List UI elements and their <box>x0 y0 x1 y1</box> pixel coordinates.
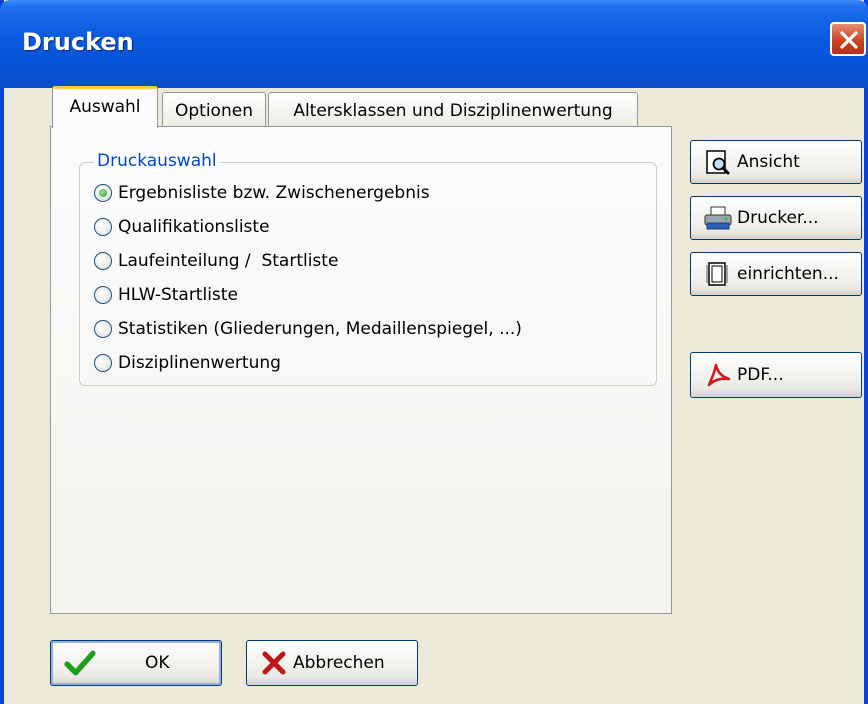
drucker-button[interactable]: Drucker... <box>690 196 862 240</box>
radio-button[interactable] <box>94 320 112 338</box>
radio-button[interactable] <box>94 252 112 270</box>
radio-hlw-startliste[interactable]: HLW-Startliste <box>94 283 238 307</box>
abbrechen-label: Abbrechen <box>293 653 385 673</box>
tab-optionen-label: Optionen <box>175 101 253 121</box>
page-setup-icon <box>706 262 728 286</box>
radio-disziplinenwertung[interactable]: Disziplinenwertung <box>94 351 281 375</box>
ansicht-button[interactable]: Ansicht <box>690 140 862 184</box>
radio-statistiken[interactable]: Statistiken (Gliederungen, Medaillenspie… <box>94 317 522 341</box>
drucker-label: Drucker... <box>737 208 819 228</box>
radio-label: Ergebnisliste bzw. Zwischenergebnis <box>118 183 430 203</box>
radio-label: Disziplinenwertung <box>118 353 281 373</box>
radio-label: HLW-Startliste <box>118 285 238 305</box>
radio-button[interactable] <box>94 354 112 372</box>
printer-icon <box>704 206 732 230</box>
radio-ergebnisliste[interactable]: Ergebnisliste bzw. Zwischenergebnis <box>94 181 430 205</box>
radio-button[interactable] <box>94 286 112 304</box>
radio-laufeinteilung[interactable]: Laufeinteilung / Startliste <box>94 249 338 273</box>
druckauswahl-legend: Druckauswahl <box>94 151 220 171</box>
ansicht-label: Ansicht <box>737 152 800 172</box>
einrichten-label: einrichten... <box>737 264 839 284</box>
tab-optionen[interactable]: Optionen <box>162 92 266 128</box>
ok-button[interactable]: OK <box>50 640 222 686</box>
radio-label: Laufeinteilung / Startliste <box>118 251 339 271</box>
acrobat-pdf-icon <box>707 363 731 387</box>
pdf-button[interactable]: PDF... <box>690 352 862 398</box>
abbrechen-button[interactable]: Abbrechen <box>246 640 418 686</box>
tab-altersklassen-label: Altersklassen und Disziplinenwertung <box>293 101 613 121</box>
green-checkmark-icon <box>64 650 96 676</box>
print-dialog: Drucken Auswahl Optionen Altersklassen u… <box>0 0 868 704</box>
tab-auswahl[interactable]: Auswahl <box>52 86 158 128</box>
radio-qualifikationsliste[interactable]: Qualifikationsliste <box>94 215 270 239</box>
red-x-icon <box>262 651 286 675</box>
radio-label: Qualifikationsliste <box>118 217 270 237</box>
tab-auswahl-label: Auswahl <box>69 97 141 117</box>
pdf-label: PDF... <box>737 365 784 385</box>
tab-altersklassen[interactable]: Altersklassen und Disziplinenwertung <box>268 92 638 128</box>
preview-magnifier-icon <box>706 150 730 175</box>
radio-label: Statistiken (Gliederungen, Medaillenspie… <box>118 319 522 339</box>
ok-label: OK <box>145 653 170 673</box>
druckauswahl-group: Druckauswahl Ergebnisliste bzw. Zwischen… <box>79 151 657 386</box>
close-icon <box>840 31 858 49</box>
radio-button[interactable] <box>94 218 112 236</box>
title-bar[interactable]: Drucken <box>0 0 868 88</box>
tab-panel-auswahl: Druckauswahl Ergebnisliste bzw. Zwischen… <box>50 126 672 614</box>
einrichten-button[interactable]: einrichten... <box>690 252 862 296</box>
radio-button-checked[interactable] <box>94 184 112 202</box>
window-title: Drucken <box>22 28 134 56</box>
close-button[interactable] <box>830 22 866 56</box>
